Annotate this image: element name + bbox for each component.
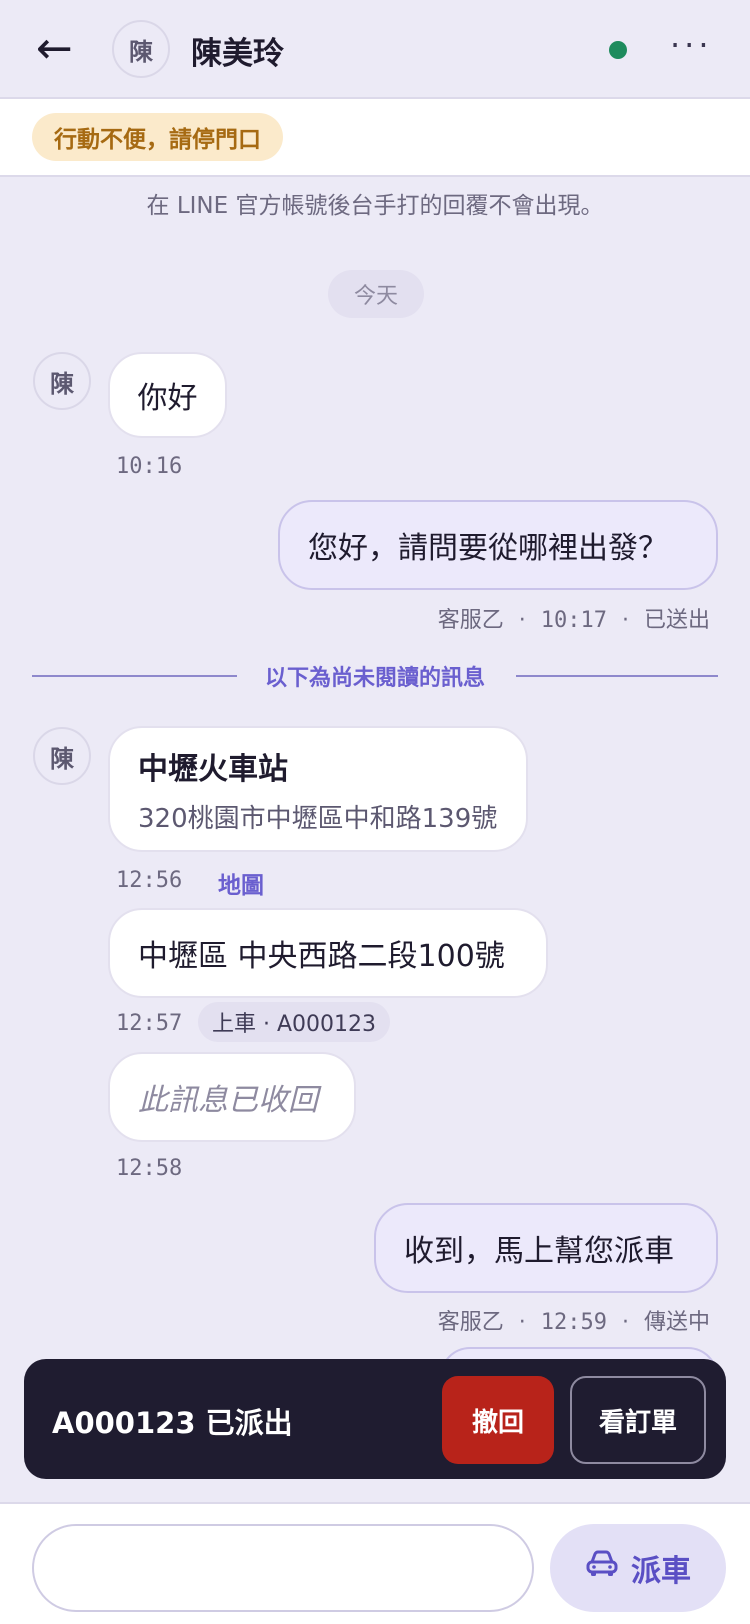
- dispatch-button[interactable]: 派車: [550, 1524, 726, 1612]
- message-text: 收到，馬上幫您派車: [404, 1234, 674, 1269]
- message-bubble-incoming[interactable]: 你好: [108, 352, 227, 438]
- arrow-left-icon[interactable]: ←: [36, 22, 73, 76]
- customer-note-badge[interactable]: 行動不便，請停門口: [32, 113, 283, 161]
- meta-separator: ·: [621, 608, 629, 633]
- agent-name: 客服乙: [437, 1310, 504, 1335]
- toast-message: A000123 已派出: [52, 1406, 293, 1440]
- more-horizontal-icon[interactable]: ···: [670, 26, 713, 64]
- agent-name: 客服乙: [437, 608, 504, 633]
- location-message-bubble[interactable]: 中壢火車站 320桃園市中壢區中和路139號: [108, 726, 528, 852]
- message-time: 10:17: [540, 608, 607, 633]
- recalled-text: 此訊息已收回: [138, 1083, 318, 1118]
- avatar[interactable]: 陳: [33, 352, 91, 410]
- message-text: 中壢區 中央西路二段100號: [138, 939, 505, 974]
- chat-header: ← 陳 陳美玲 ···: [0, 0, 750, 99]
- message-time: 12:58: [116, 1156, 183, 1181]
- recalled-message-bubble: 此訊息已收回: [108, 1052, 356, 1142]
- dispatch-label: 派車: [631, 1555, 691, 1588]
- message-meta: 客服乙 · 12:59 · 傳送中: [438, 1304, 710, 1336]
- avatar[interactable]: 陳: [33, 727, 91, 785]
- view-order-button[interactable]: 看訂單: [570, 1376, 706, 1464]
- customer-note-bar: 行動不便，請停門口: [0, 99, 750, 177]
- message-input[interactable]: [32, 1524, 534, 1612]
- delivery-status: 已送出: [643, 608, 710, 633]
- contact-name: 陳美玲: [191, 36, 284, 72]
- meta-separator: ·: [518, 1310, 526, 1335]
- message-time: 12:59: [540, 1310, 607, 1335]
- message-bubble-outgoing[interactable]: 您好，請問要從哪裡出發？: [278, 500, 718, 590]
- location-address: 320桃園市中壢區中和路139號: [138, 803, 498, 834]
- message-time: 12:56: [116, 868, 183, 893]
- car-icon: [585, 1550, 619, 1586]
- unread-divider-label: 以下為尚未閱讀的訊息: [264, 666, 485, 691]
- pickup-tag[interactable]: 上車 · A000123: [198, 1002, 391, 1042]
- message-bubble-outgoing[interactable]: 收到，馬上幫您派車: [374, 1203, 718, 1293]
- message-meta: 客服乙 · 10:17 · 已送出: [438, 602, 710, 634]
- dispatch-toast: A000123 已派出 撤回 看訂單: [24, 1359, 726, 1479]
- avatar[interactable]: 陳: [112, 20, 170, 78]
- info-notice: 在 LINE 官方帳號後台手打的回覆不會出現。: [146, 193, 604, 219]
- map-link[interactable]: 地圖: [218, 866, 264, 900]
- message-time: 10:16: [116, 454, 183, 479]
- online-status-dot: [609, 41, 627, 59]
- message-time: 12:57: [116, 1011, 183, 1036]
- delivery-status: 傳送中: [643, 1310, 710, 1335]
- location-title: 中壢火車站: [138, 751, 288, 787]
- message-text: 你好: [137, 381, 198, 416]
- message-text: 您好，請問要從哪裡出發？: [308, 531, 668, 566]
- message-composer: 派車: [0, 1502, 750, 1624]
- date-divider: 今天: [328, 270, 424, 318]
- meta-separator: ·: [518, 608, 526, 633]
- meta-separator: ·: [621, 1310, 629, 1335]
- undo-button[interactable]: 撤回: [442, 1376, 554, 1464]
- message-bubble-incoming[interactable]: 中壢區 中央西路二段100號: [108, 908, 548, 998]
